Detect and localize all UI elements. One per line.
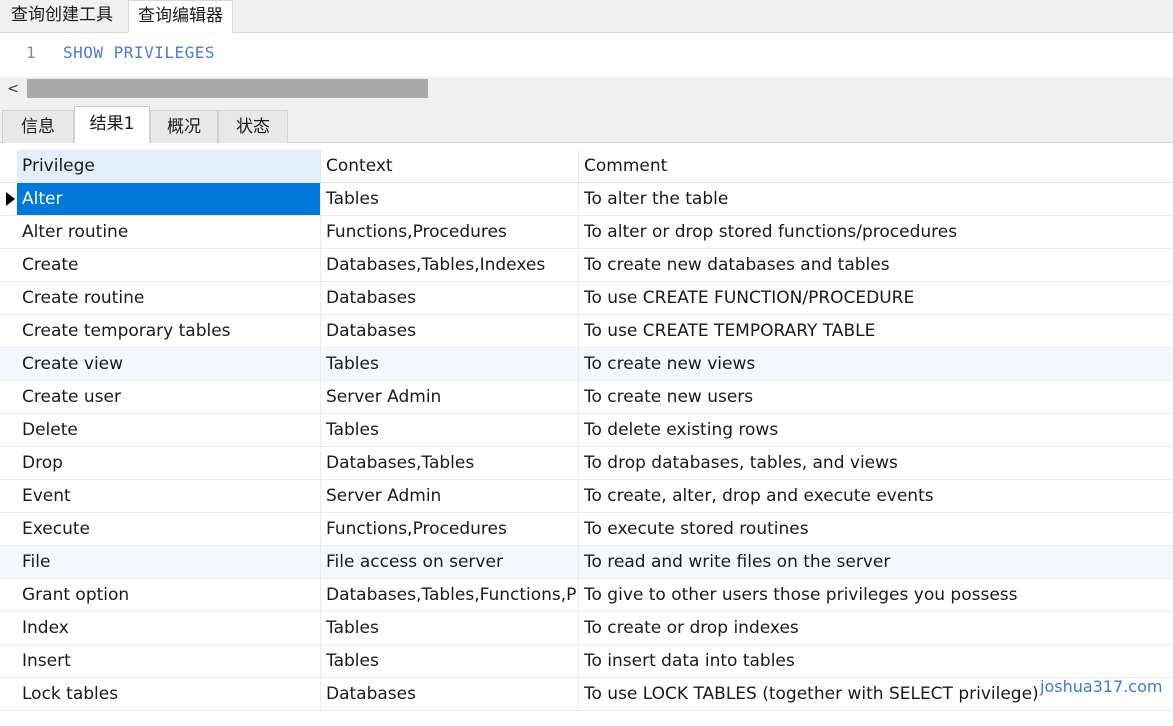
tab-result-1[interactable]: 结果1 <box>74 106 150 144</box>
cell-comment[interactable]: To alter or drop stored functions/proced… <box>579 216 1173 248</box>
result-tab-bar: 信息 结果1 概况 状态 <box>0 101 1173 144</box>
table-row[interactable]: Create routine Databases To use CREATE FUN… <box>0 282 1173 315</box>
cell-privilege[interactable]: Create view <box>17 348 321 380</box>
cell-comment[interactable]: To execute stored routines <box>579 513 1173 545</box>
cell-privilege[interactable]: Delete <box>17 414 321 446</box>
tab-status[interactable]: 状态 <box>218 110 288 143</box>
column-header-privilege[interactable]: Privilege <box>17 150 321 183</box>
tab-info[interactable]: 信息 <box>2 110 74 143</box>
horizontal-scrollbar[interactable]: < <box>0 77 1173 101</box>
watermark: joshua317.com <box>1040 677 1163 696</box>
cell-context[interactable]: Databases <box>321 282 579 314</box>
cell-comment[interactable]: To create, alter, drop and execute event… <box>579 480 1173 512</box>
cell-context[interactable]: Tables <box>321 183 579 215</box>
cell-privilege[interactable]: Grant option <box>17 579 321 611</box>
cell-context[interactable]: Databases,Tables,Functions,P <box>321 579 579 611</box>
table-row[interactable]: Create view Tables To create new views <box>0 348 1173 381</box>
cell-comment[interactable]: To create or drop indexes <box>579 612 1173 644</box>
table-row[interactable]: Event Server Admin To create, alter, drop … <box>0 480 1173 513</box>
cell-context[interactable]: Tables <box>321 414 579 446</box>
cell-context[interactable]: Server Admin <box>321 480 579 512</box>
cell-context[interactable]: Databases,Tables <box>321 447 579 479</box>
cell-privilege[interactable]: Insert <box>17 645 321 677</box>
cell-comment[interactable]: To alter the table <box>579 183 1173 215</box>
table-row[interactable]: Alter Tables To alter the table <box>0 183 1173 216</box>
column-header-comment[interactable]: Comment <box>579 150 1173 183</box>
cell-context[interactable]: Tables <box>321 612 579 644</box>
table-row[interactable]: Lock tables Databases To use LOCK TABLES (… <box>0 678 1173 711</box>
cell-context[interactable]: Databases,Tables,Indexes <box>321 249 579 281</box>
cell-privilege[interactable]: Create routine <box>17 282 321 314</box>
table-row[interactable]: Index Tables To create or drop indexes <box>0 612 1173 645</box>
table-row[interactable]: Execute Functions,Procedures To execute st… <box>0 513 1173 546</box>
cell-context[interactable]: File access on server <box>321 546 579 578</box>
cell-context[interactable]: Tables <box>321 348 579 380</box>
tab-query-editor[interactable]: 查询编辑器 <box>128 0 233 33</box>
current-row-indicator-icon <box>6 192 15 206</box>
cell-privilege[interactable]: Create temporary tables <box>17 315 321 347</box>
cell-privilege[interactable]: Create user <box>17 381 321 413</box>
cell-privilege[interactable]: Event <box>17 480 321 512</box>
cell-privilege[interactable]: Index <box>17 612 321 644</box>
cell-privilege[interactable]: Alter routine <box>17 216 321 248</box>
cell-privilege[interactable]: Drop <box>17 447 321 479</box>
table-row[interactable]: Insert Tables To insert data into tables <box>0 645 1173 678</box>
column-header-context[interactable]: Context <box>321 150 579 183</box>
line-number: 1 <box>26 43 36 62</box>
cell-context[interactable]: Databases <box>321 678 579 710</box>
cell-comment[interactable]: To use CREATE TEMPORARY TABLE <box>579 315 1173 347</box>
table-row[interactable]: Alter routine Functions,Procedures To alte… <box>0 216 1173 249</box>
table-row[interactable]: Create user Server Admin To create new use… <box>0 381 1173 414</box>
cell-privilege[interactable]: File <box>17 546 321 578</box>
cell-context[interactable]: Tables <box>321 645 579 677</box>
cell-privilege[interactable]: Execute <box>17 513 321 545</box>
tab-query-builder[interactable]: 查询创建工具 <box>2 0 122 32</box>
cell-privilege[interactable]: Lock tables <box>17 678 321 710</box>
table-row[interactable]: Create Databases,Tables,Indexes To create … <box>0 249 1173 282</box>
top-tab-bar: 查询创建工具 查询编辑器 <box>0 0 1173 33</box>
tab-profile[interactable]: 概况 <box>150 110 218 143</box>
cell-comment[interactable]: To create new views <box>579 348 1173 380</box>
cell-comment[interactable]: To create new databases and tables <box>579 249 1173 281</box>
cell-privilege[interactable]: Create <box>17 249 321 281</box>
scroll-left-arrow-icon[interactable]: < <box>4 78 22 100</box>
result-grid: Privilege Context Comment Alter Tables To … <box>0 143 1173 726</box>
cell-comment[interactable]: To insert data into tables <box>579 645 1173 677</box>
cell-comment[interactable]: To read and write files on the server <box>579 546 1173 578</box>
table-row[interactable]: Create temporary tables Databases To use C… <box>0 315 1173 348</box>
cell-comment[interactable]: To use CREATE FUNCTION/PROCEDURE <box>579 282 1173 314</box>
sql-editor[interactable]: 1 SHOW PRIVILEGES <box>0 33 1173 77</box>
cell-privilege[interactable]: Alter <box>17 183 321 215</box>
cell-context[interactable]: Server Admin <box>321 381 579 413</box>
table-row[interactable]: File File access on server To read and wri… <box>0 546 1173 579</box>
cell-comment[interactable]: To give to other users those privileges … <box>579 579 1173 611</box>
cell-context[interactable]: Databases <box>321 315 579 347</box>
cell-context[interactable]: Functions,Procedures <box>321 216 579 248</box>
cell-comment[interactable]: To create new users <box>579 381 1173 413</box>
cell-comment[interactable]: To drop databases, tables, and views <box>579 447 1173 479</box>
cell-context[interactable]: Functions,Procedures <box>321 513 579 545</box>
table-row[interactable]: Grant option Databases,Tables,Functions,P… <box>0 579 1173 612</box>
scroll-thumb[interactable] <box>27 79 428 98</box>
table-row[interactable]: Drop Databases,Tables To drop databases, t… <box>0 447 1173 480</box>
sql-code[interactable]: SHOW PRIVILEGES <box>63 43 215 62</box>
cell-comment[interactable]: To delete existing rows <box>579 414 1173 446</box>
grid-header: Privilege Context Comment <box>0 150 1173 183</box>
table-row[interactable]: Delete Tables To delete existing rows <box>0 414 1173 447</box>
